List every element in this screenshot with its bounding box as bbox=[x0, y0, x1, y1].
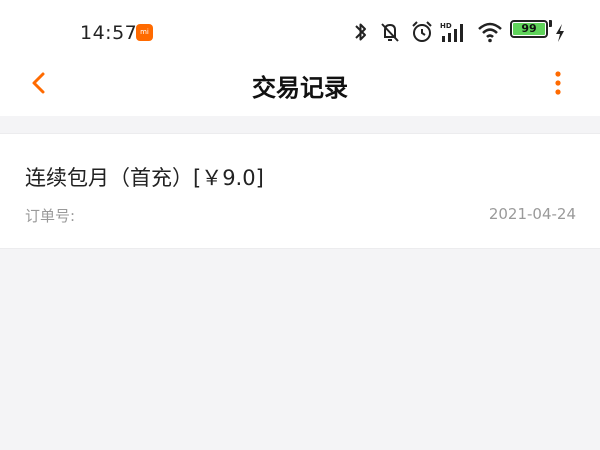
battery-level: 99 bbox=[513, 23, 545, 35]
hd-signal-icon: HD bbox=[440, 20, 468, 48]
app-notification-icon: mi bbox=[136, 24, 153, 41]
more-options-button[interactable] bbox=[546, 68, 570, 98]
mute-icon bbox=[378, 20, 402, 48]
battery-icon: 99 bbox=[510, 20, 548, 38]
record-date: 2021-04-24 bbox=[488, 205, 576, 223]
bluetooth-icon bbox=[354, 20, 368, 48]
record-title: 连续包月（首充）[￥9.0] bbox=[25, 166, 264, 190]
navigation-bar: 交易记录 bbox=[0, 58, 600, 110]
header-area: 14:57 mi HD 99 交易记录 bbox=[0, 0, 600, 116]
battery-tip bbox=[549, 20, 552, 27]
order-number-label: 订单号: bbox=[25, 207, 76, 225]
more-vertical-icon bbox=[555, 71, 561, 95]
status-time: 14:57 bbox=[80, 22, 138, 44]
transaction-record-item[interactable]: 连续包月（首充）[￥9.0] 订单号: 2021-04-24 bbox=[0, 133, 600, 249]
status-bar: 14:57 mi HD 99 bbox=[0, 0, 600, 66]
wifi-icon bbox=[476, 20, 504, 48]
alarm-icon bbox=[410, 20, 434, 48]
svg-text:HD: HD bbox=[440, 22, 452, 30]
page-title: 交易记录 bbox=[252, 74, 348, 102]
charging-icon bbox=[555, 23, 565, 47]
